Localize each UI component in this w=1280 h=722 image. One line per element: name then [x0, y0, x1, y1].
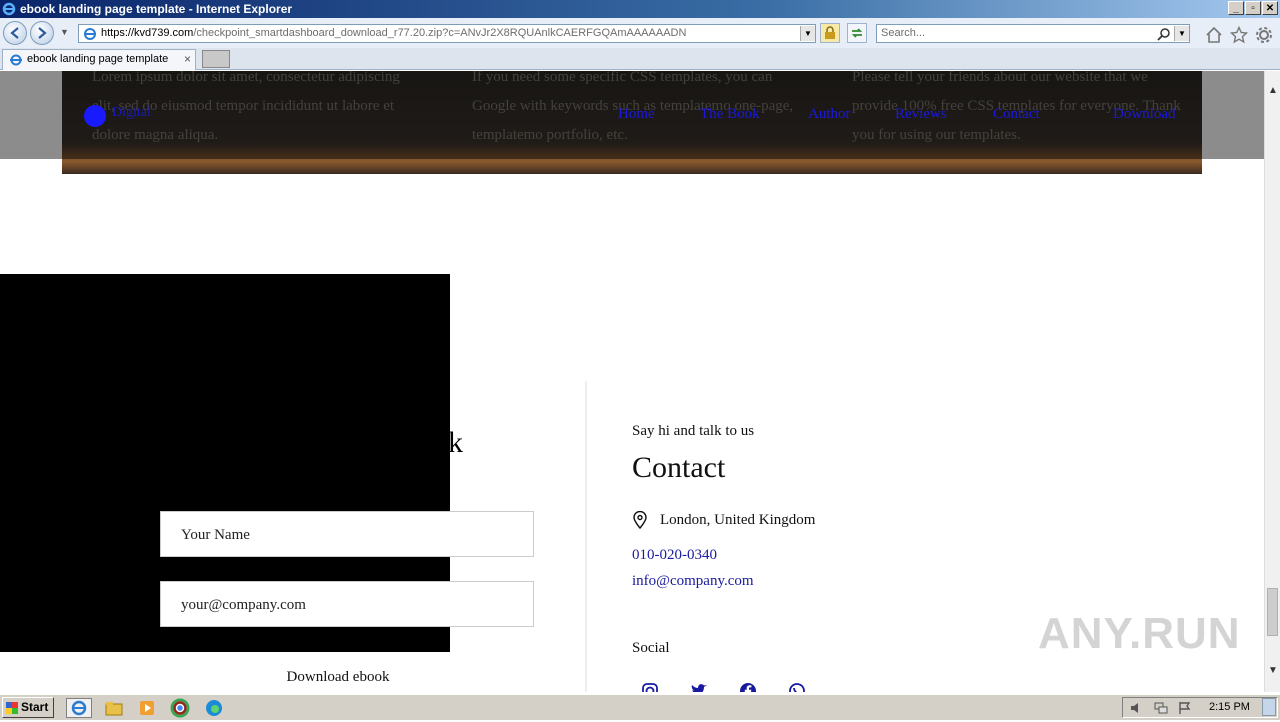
tab-strip: ebook landing page template ×	[0, 48, 1280, 70]
lock-icon	[825, 26, 835, 39]
social-heading: Social	[632, 640, 670, 656]
contact-email-link[interactable]: info@company.com	[632, 573, 754, 590]
nav-link-author[interactable]: Author	[808, 106, 851, 123]
close-window-button[interactable]: ✕	[1262, 1, 1278, 15]
name-placeholder: Your Name	[181, 527, 250, 543]
nav-link-reviews[interactable]: Reviews	[895, 106, 947, 123]
map-pin-icon	[633, 511, 647, 529]
facebook-icon[interactable]	[738, 681, 758, 692]
windows-taskbar: Start 2:15 PM	[0, 694, 1280, 720]
contact-phone-link[interactable]: 010-020-0340	[632, 547, 717, 564]
site-navbar: Digital Home The Book Author Reviews Con…	[0, 71, 1264, 159]
download-ebook-button[interactable]: Download ebook	[222, 652, 454, 692]
contact-title: Contact	[632, 451, 726, 484]
nav-link-download[interactable]: Download	[1113, 106, 1176, 123]
url-host: https://kvd739.com	[101, 27, 194, 39]
page-icon	[84, 28, 96, 40]
action-center-flag-icon[interactable]	[1177, 700, 1193, 716]
search-icon[interactable]	[1157, 27, 1171, 41]
vertical-scrollbar[interactable]: ▲ ▼	[1264, 71, 1280, 692]
address-bar[interactable]: https://kvd739.com/checkpoint_smartdashb…	[78, 24, 816, 43]
new-tab-button[interactable]	[202, 50, 230, 68]
nav-link-the-book[interactable]: The Book	[700, 106, 760, 123]
settings-gear-icon[interactable]	[1255, 26, 1273, 44]
start-button[interactable]: Start	[2, 697, 54, 718]
home-icon[interactable]	[1205, 26, 1223, 44]
browser-toolbar: ▼ https://kvd739.com/checkpoint_smartdas…	[0, 18, 1280, 48]
url-path: /checkpoint_smartdashboard_download_r77.…	[193, 27, 687, 39]
windows-flag-icon	[6, 702, 18, 714]
tab-close-button[interactable]: ×	[184, 50, 191, 69]
back-arrow-icon	[10, 27, 19, 39]
system-tray: 2:15 PM	[1122, 697, 1278, 718]
favorites-star-icon[interactable]	[1230, 26, 1248, 44]
taskbar-ie-button[interactable]	[66, 698, 92, 718]
minimize-button[interactable]: _	[1228, 1, 1244, 15]
security-lock-button[interactable]	[820, 23, 840, 43]
nav-link-contact[interactable]: Contact	[993, 106, 1040, 123]
tab-label: ebook landing page template	[27, 53, 169, 65]
twitter-icon[interactable]	[689, 681, 709, 692]
logo-icon[interactable]	[84, 105, 106, 127]
search-placeholder: Search...	[881, 27, 926, 39]
page-viewport: Lorem ipsum dolor sit amet, consectetur …	[0, 71, 1264, 692]
contact-subtitle: Say hi and talk to us	[632, 423, 755, 439]
window-title-bar[interactable]: ebook landing page template - Internet E…	[0, 0, 1280, 18]
back-button[interactable]	[3, 21, 27, 45]
search-input[interactable]: Search... ▼	[876, 24, 1190, 43]
logo-text[interactable]: Digital	[112, 105, 151, 121]
nav-link-home[interactable]: Home	[618, 106, 655, 123]
scroll-up-arrow-icon[interactable]: ▲	[1265, 83, 1280, 99]
chrome-icon[interactable]	[170, 698, 190, 718]
section-divider	[585, 381, 587, 692]
refresh-icon	[851, 28, 863, 38]
tab-ebook-landing-page[interactable]: ebook landing page template ×	[2, 49, 196, 70]
scroll-down-arrow-icon[interactable]: ▼	[1265, 663, 1280, 679]
search-provider-dropdown[interactable]: ▼	[1174, 26, 1189, 41]
refresh-button[interactable]	[847, 23, 867, 43]
volume-icon[interactable]	[1129, 700, 1145, 716]
anyrun-watermark: ANY.RUN	[1038, 609, 1241, 658]
download-title: ok	[433, 426, 463, 459]
edge-icon[interactable]	[204, 698, 224, 718]
tab-page-icon	[10, 54, 22, 66]
file-explorer-icon[interactable]	[104, 698, 124, 718]
instagram-icon[interactable]	[640, 681, 660, 692]
whatsapp-icon[interactable]	[787, 681, 807, 692]
email-placeholder: your@company.com	[181, 597, 306, 613]
internet-explorer-icon	[2, 2, 16, 16]
taskbar-clock[interactable]: 2:15 PM	[1209, 698, 1250, 717]
scrollbar-thumb[interactable]	[1267, 588, 1278, 636]
media-player-icon[interactable]	[137, 698, 157, 718]
maximize-button[interactable]: ▫	[1245, 1, 1261, 15]
network-icon[interactable]	[1153, 700, 1169, 716]
start-label: Start	[21, 700, 49, 714]
contact-address: London, United Kingdom	[660, 512, 816, 528]
name-input[interactable]: Your Name	[160, 511, 534, 557]
forward-arrow-icon	[38, 27, 47, 39]
show-desktop-button[interactable]	[1262, 698, 1276, 716]
email-input[interactable]: your@company.com	[160, 581, 534, 627]
window-title: ebook landing page template - Internet E…	[20, 2, 293, 16]
forward-button[interactable]	[30, 21, 54, 45]
address-dropdown-button[interactable]: ▼	[800, 26, 815, 41]
internet-explorer-icon	[71, 700, 87, 716]
history-dropdown-icon[interactable]: ▼	[60, 27, 69, 37]
